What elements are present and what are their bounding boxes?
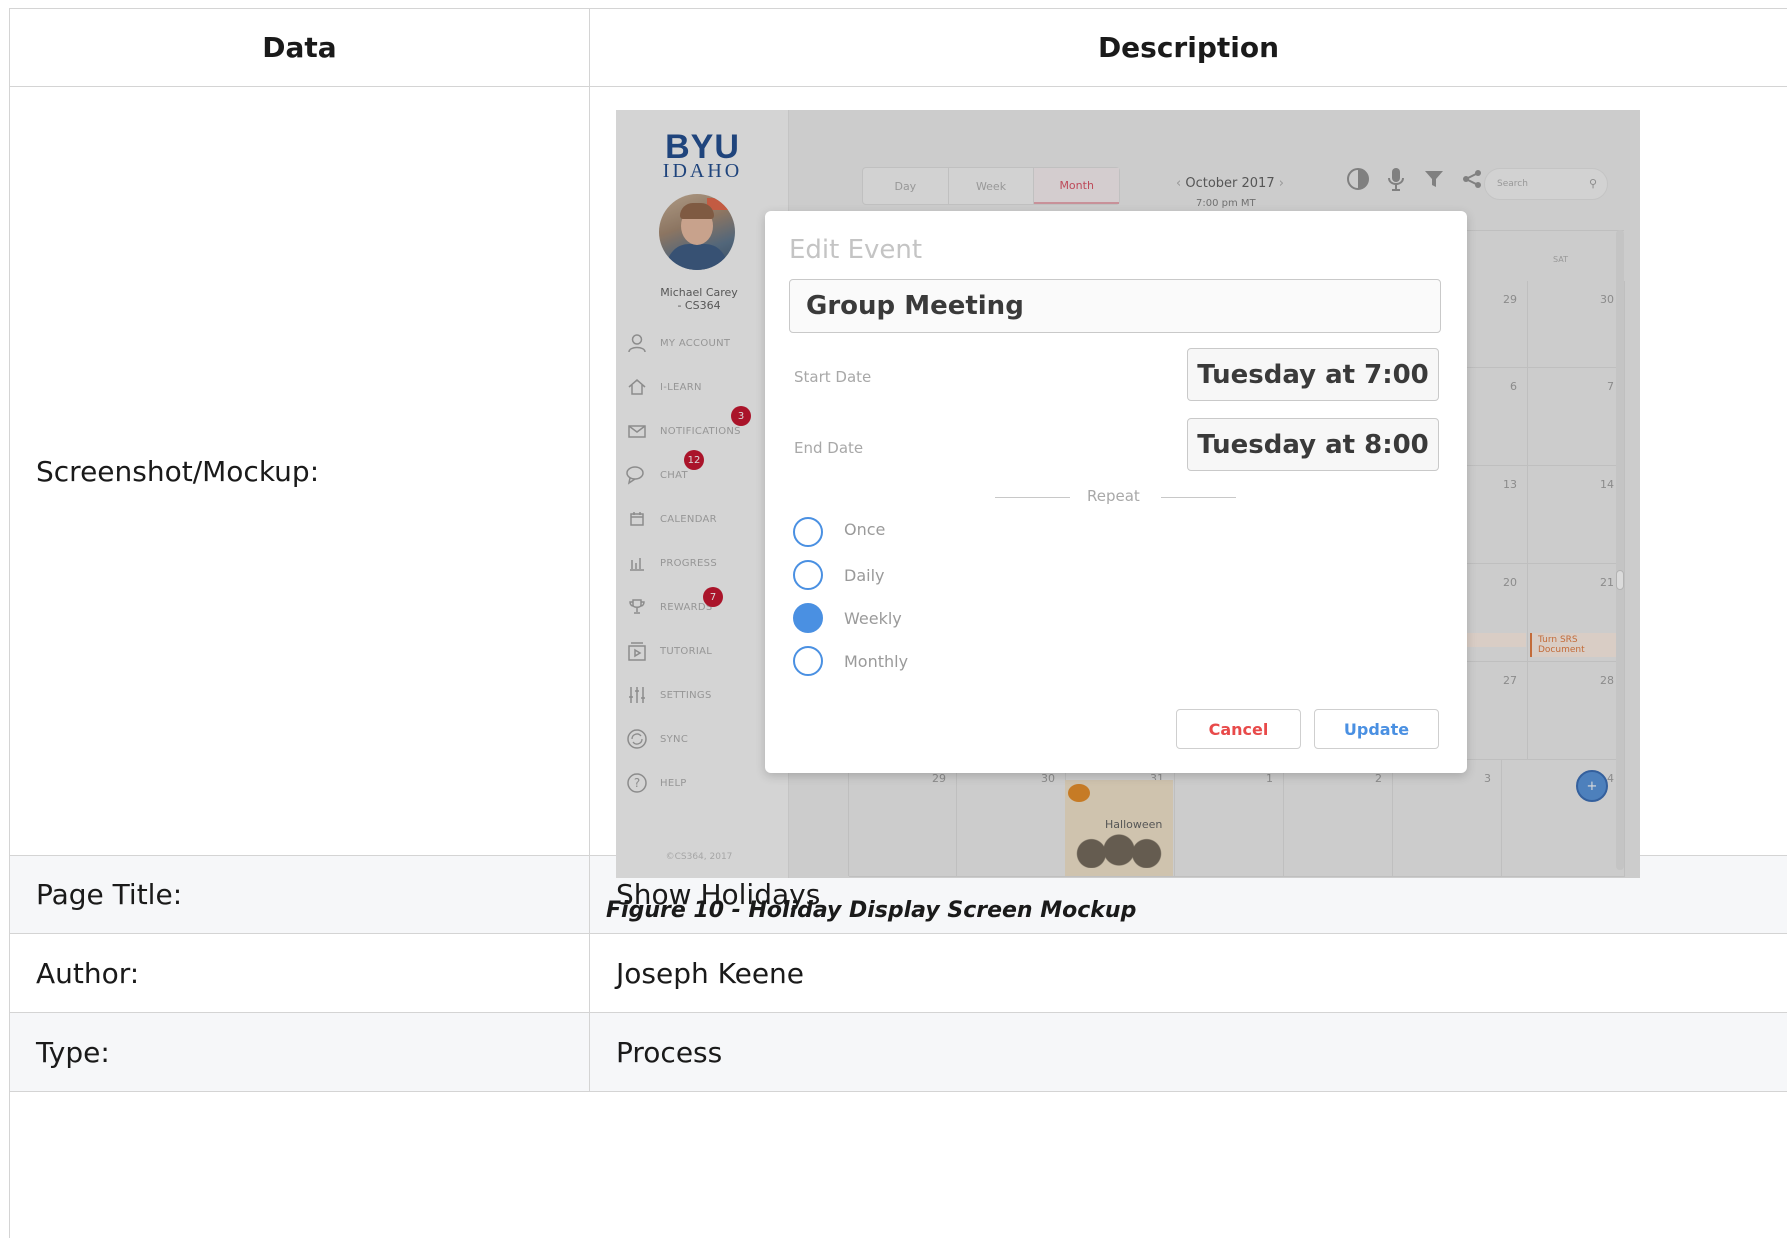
author-value: Joseph Keene — [590, 934, 1787, 1012]
start-date-picker[interactable]: Tuesday at 7:00 — [1187, 348, 1439, 401]
radio-monthly[interactable] — [793, 646, 823, 676]
author-row: Author: Joseph Keene — [10, 934, 1787, 1013]
edit-event-modal: Edit Event Group Meeting Start Date Tues… — [765, 211, 1467, 773]
page-title-label: Page Title: — [10, 856, 590, 933]
screenshot-label: Screenshot/Mockup: — [10, 87, 590, 855]
cancel-button[interactable]: Cancel — [1176, 709, 1301, 749]
type-value: Process — [590, 1013, 1787, 1091]
radio-weekly-label[interactable]: Weekly — [844, 609, 902, 628]
end-date-label: End Date — [794, 439, 864, 457]
modal-title: Edit Event — [789, 235, 923, 265]
divider — [995, 497, 1070, 498]
divider — [1161, 497, 1236, 498]
update-button[interactable]: Update — [1314, 709, 1439, 749]
radio-weekly[interactable] — [793, 603, 823, 633]
type-label: Type: — [10, 1013, 590, 1091]
radio-once[interactable] — [793, 517, 823, 547]
radio-daily[interactable] — [793, 560, 823, 590]
figure-caption: Figure 10 - Holiday Display Screen Mocku… — [606, 898, 1137, 923]
radio-once-label[interactable]: Once — [844, 520, 885, 539]
header-data: Data — [10, 9, 590, 86]
type-row: Type: Process — [10, 1013, 1787, 1092]
end-date-picker[interactable]: Tuesday at 8:00 — [1187, 418, 1439, 471]
repeat-label: Repeat — [1087, 487, 1140, 505]
author-label: Author: — [10, 934, 590, 1012]
event-name-field[interactable]: Group Meeting — [789, 279, 1441, 333]
start-date-label: Start Date — [794, 368, 872, 386]
radio-daily-label[interactable]: Daily — [844, 566, 884, 585]
mockup-screenshot: BYU IDAHO Michael Carey - CS364 MY ACCOU… — [616, 110, 1640, 878]
radio-monthly-label[interactable]: Monthly — [844, 652, 908, 671]
header-row: Data Description — [10, 9, 1787, 87]
header-description: Description — [590, 9, 1787, 86]
